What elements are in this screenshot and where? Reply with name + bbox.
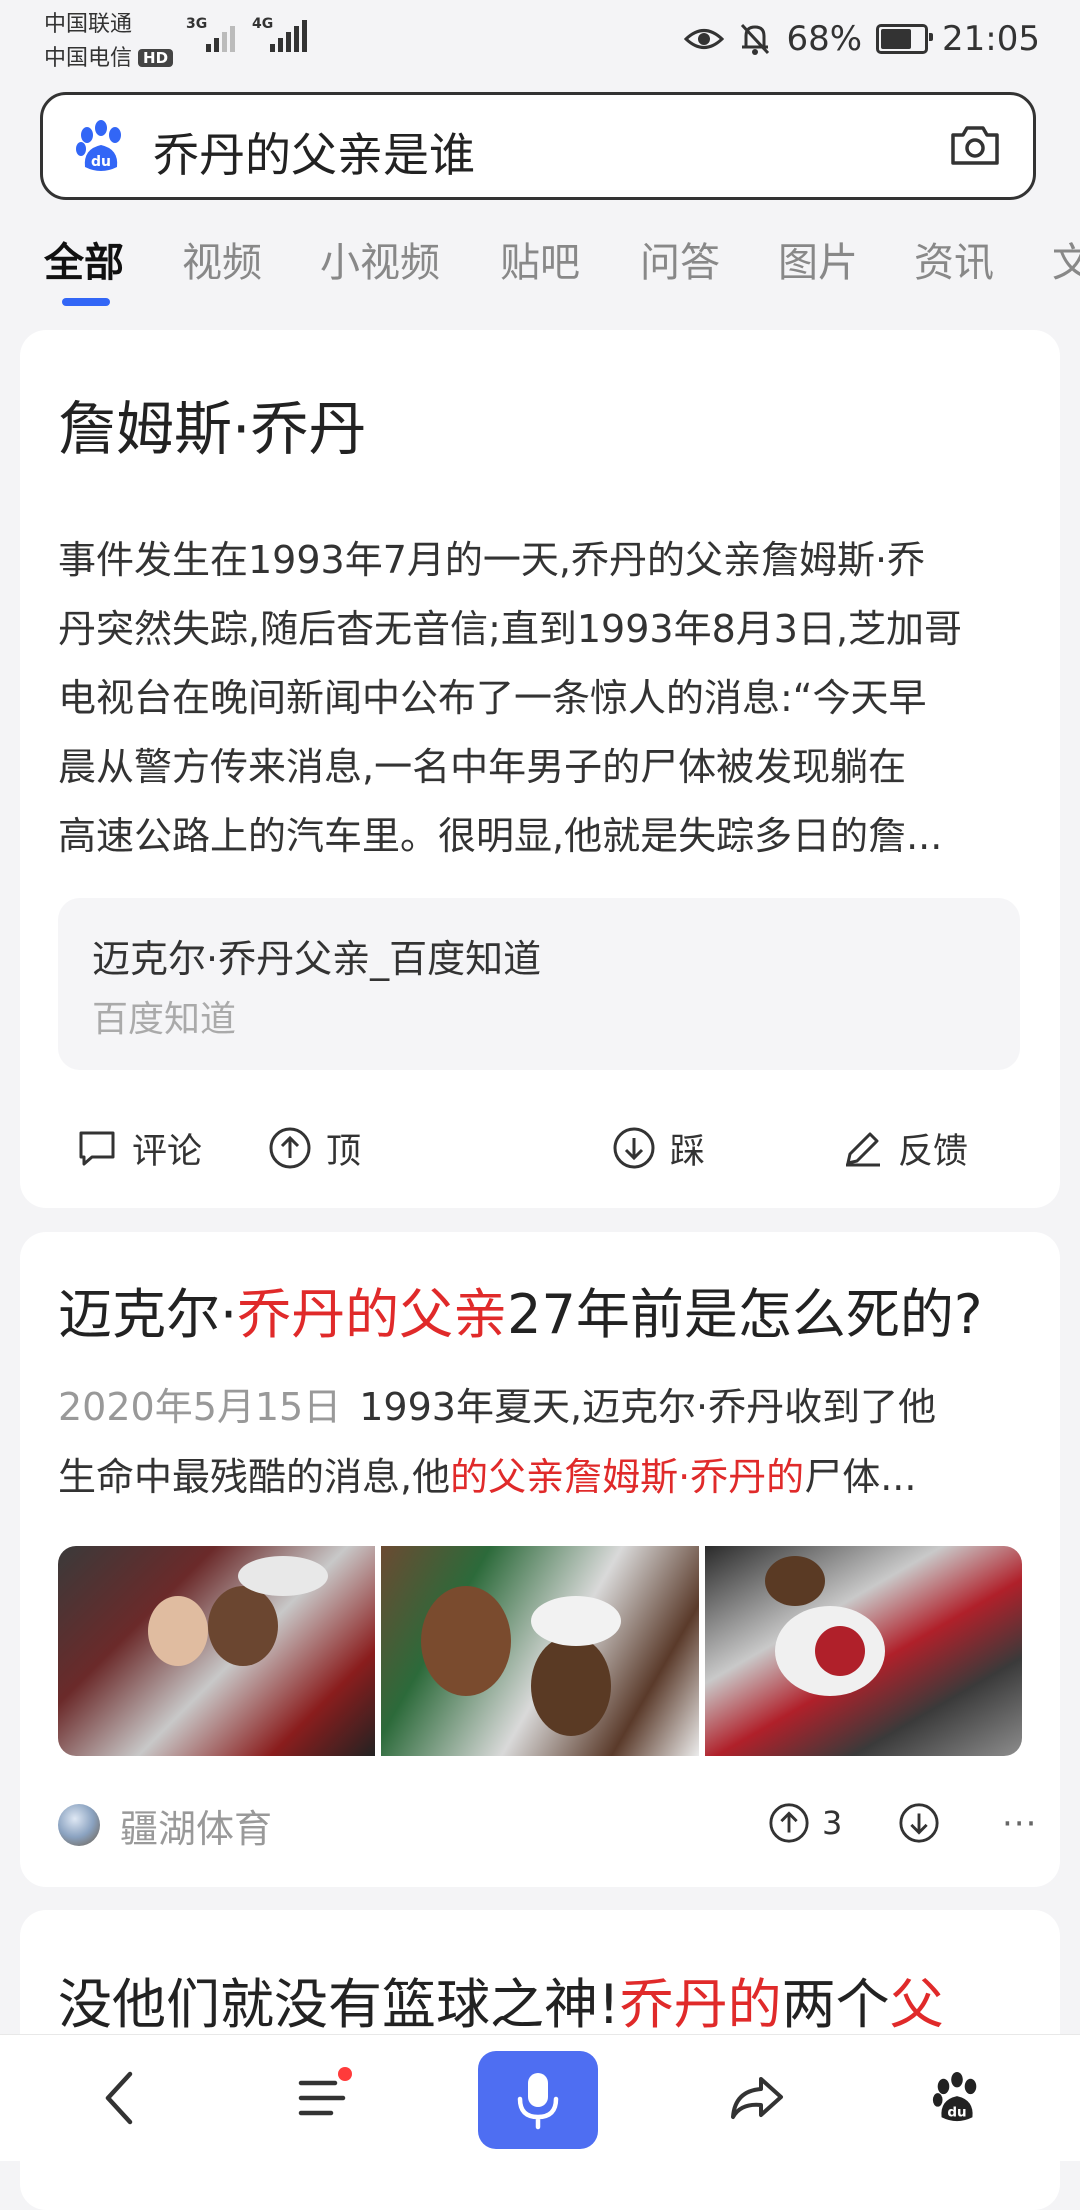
upvote-button[interactable]: 顶 [268, 1108, 361, 1188]
abstract-line: 晨从警方传来消息,一名中年男子的尸体被发现躺在 [58, 745, 907, 789]
title-highlight: 乔丹的父亲 [237, 1283, 508, 1346]
feedback-button[interactable]: 反馈 [842, 1108, 968, 1188]
eye-comfort-icon [684, 29, 725, 49]
card-actions: 评论 顶 踩 反馈 [20, 1108, 1060, 1188]
svg-text:du: du [91, 154, 111, 170]
camera-icon[interactable] [949, 123, 1001, 171]
tab-all[interactable]: 全部 [44, 230, 124, 288]
feedback-label: 反馈 [898, 1131, 969, 1172]
signal-icon-2 [270, 18, 307, 52]
tab-news[interactable]: 资讯 [914, 230, 994, 288]
tab-images[interactable]: 图片 [778, 230, 858, 288]
upvote-icon [769, 1803, 809, 1843]
share-icon [731, 2077, 783, 2119]
search-tabs: 全部 视频 小视频 贴吧 问答 图片 资讯 文 [0, 230, 1080, 310]
abstract-text: 生命中最残酷的消息,他 [58, 1455, 451, 1499]
result-image-strip [58, 1546, 1022, 1756]
back-icon [105, 2071, 133, 2125]
baidu-home-button[interactable]: du [912, 2035, 1002, 2161]
hd-badge: HD [138, 49, 174, 67]
abstract-line: 丹突然失踪,随后杳无音信;直到1993年8月3日,芝加哥 [58, 607, 963, 651]
result-image[interactable] [704, 1546, 1022, 1756]
comment-button[interactable]: 评论 [76, 1108, 202, 1188]
title-part: 27年前是怎么死的? [507, 1283, 983, 1346]
comment-icon [79, 1131, 115, 1166]
knowledge-card: 詹姆斯·乔丹 事件发生在1993年7月的一天,乔丹的父亲詹姆斯·乔 丹突然失踪,… [20, 330, 1060, 1208]
svg-text:du: du [947, 2104, 966, 2120]
feedback-pen-icon [846, 1132, 880, 1167]
upvote-icon [269, 1127, 311, 1169]
abstract-text: 1993年夏天,迈克尔·乔丹收到了他 [359, 1385, 937, 1429]
voice-search-button[interactable] [478, 2051, 598, 2149]
downvote-icon [613, 1127, 655, 1169]
downvote-label: 踩 [670, 1131, 706, 1172]
clock: 21:05 [942, 19, 1040, 59]
mic-icon [517, 2073, 559, 2130]
result-downvote-button[interactable] [898, 1802, 940, 1848]
source-title: 迈克尔·乔丹父亲_百度知道 [92, 937, 542, 981]
battery-percent: 68% [786, 19, 863, 59]
baidu-logo-icon: du [73, 119, 129, 179]
carrier-2: 中国电信 HD [44, 40, 174, 72]
result-image[interactable] [381, 1546, 699, 1756]
tab-qa[interactable]: 问答 [640, 230, 720, 288]
search-box[interactable]: du 乔丹的父亲是谁 [40, 92, 1036, 200]
title-part: 没他们就没有篮球之神! [58, 1973, 620, 2036]
title-highlight: 乔丹的 [619, 1973, 782, 2036]
result-image[interactable] [58, 1546, 376, 1756]
back-button[interactable] [80, 2035, 160, 2161]
title-part: 两个 [781, 1973, 890, 2036]
author-name[interactable]: 疆湖体育 [120, 1798, 272, 1853]
knowledge-abstract: 事件发生在1993年7月的一天,乔丹的父亲詹姆斯·乔 丹突然失踪,随后杳无音信;… [58, 526, 1048, 871]
active-tab-indicator [62, 298, 110, 306]
upvote-count: 3 [822, 1804, 843, 1842]
baidu-paw-icon: du [932, 2071, 977, 2122]
tab-more[interactable]: 文 [1052, 230, 1080, 288]
source-link-box[interactable]: 迈克尔·乔丹父亲_百度知道 百度知道 [58, 898, 1020, 1070]
result-title[interactable]: 迈克尔·乔丹的父亲27年前是怎么死的? [58, 1270, 983, 1349]
more-options-button[interactable]: ··· [1002, 1804, 1037, 1844]
tab-video[interactable]: 视频 [182, 230, 262, 288]
result-abstract: 2020年5月15日 1993年夏天,迈克尔·乔丹收到了他 生命中最残酷的消息,他… [58, 1372, 1038, 1512]
notification-dot [338, 2067, 352, 2081]
tab-short-video[interactable]: 小视频 [320, 230, 440, 288]
result-date: 2020年5月15日 [58, 1385, 342, 1429]
result-title[interactable]: 没他们就没有篮球之神!乔丹的两个父 [58, 1960, 944, 2039]
avatar [58, 1804, 100, 1846]
title-highlight: 父 [889, 1973, 944, 2036]
abstract-line: 高速公路上的汽车里。很明显,他就是失踪多日的詹... [58, 814, 943, 858]
result-upvote-button[interactable]: 3 [768, 1802, 842, 1844]
upvote-label: 顶 [326, 1131, 362, 1172]
knowledge-title[interactable]: 詹姆斯·乔丹 [58, 382, 366, 466]
mute-bell-icon [741, 23, 770, 55]
network-type-1: 3G [186, 16, 208, 32]
carrier-1: 中国联通 [44, 12, 133, 37]
status-right: 68% 21:05 [684, 14, 1040, 64]
share-button[interactable] [712, 2035, 802, 2161]
battery-icon [876, 24, 934, 54]
abstract-line: 电视台在晚间新闻中公布了一条惊人的消息:“今天早 [58, 676, 927, 720]
comment-label: 评论 [132, 1131, 203, 1172]
search-result-card[interactable]: 迈克尔·乔丹的父亲27年前是怎么死的? 2020年5月15日 1993年夏天,迈克… [20, 1232, 1060, 1887]
carrier-2-label: 中国电信 [44, 46, 133, 71]
downvote-icon [899, 1803, 939, 1843]
result-footer: 疆湖体育 3 ··· [58, 1790, 1036, 1860]
title-part: 迈克尔· [58, 1283, 238, 1346]
abstract-text: 尸体... [804, 1455, 917, 1499]
bottom-navigation: du [0, 2034, 1080, 2161]
status-bar: 中国联通 中国电信 HD 3G 4G 68% 21:05 [0, 0, 1080, 96]
source-name: 百度知道 [92, 999, 237, 1040]
search-input[interactable]: 乔丹的父亲是谁 [153, 119, 475, 185]
signal-icon-1 [206, 18, 235, 52]
downvote-button[interactable]: 踩 [612, 1108, 705, 1188]
tab-tieba[interactable]: 贴吧 [500, 230, 580, 288]
abstract-line: 事件发生在1993年7月的一天,乔丹的父亲詹姆斯·乔 [58, 538, 926, 582]
abstract-highlight: 的父亲詹姆斯·乔丹的 [450, 1455, 805, 1499]
menu-button[interactable] [280, 2035, 370, 2161]
